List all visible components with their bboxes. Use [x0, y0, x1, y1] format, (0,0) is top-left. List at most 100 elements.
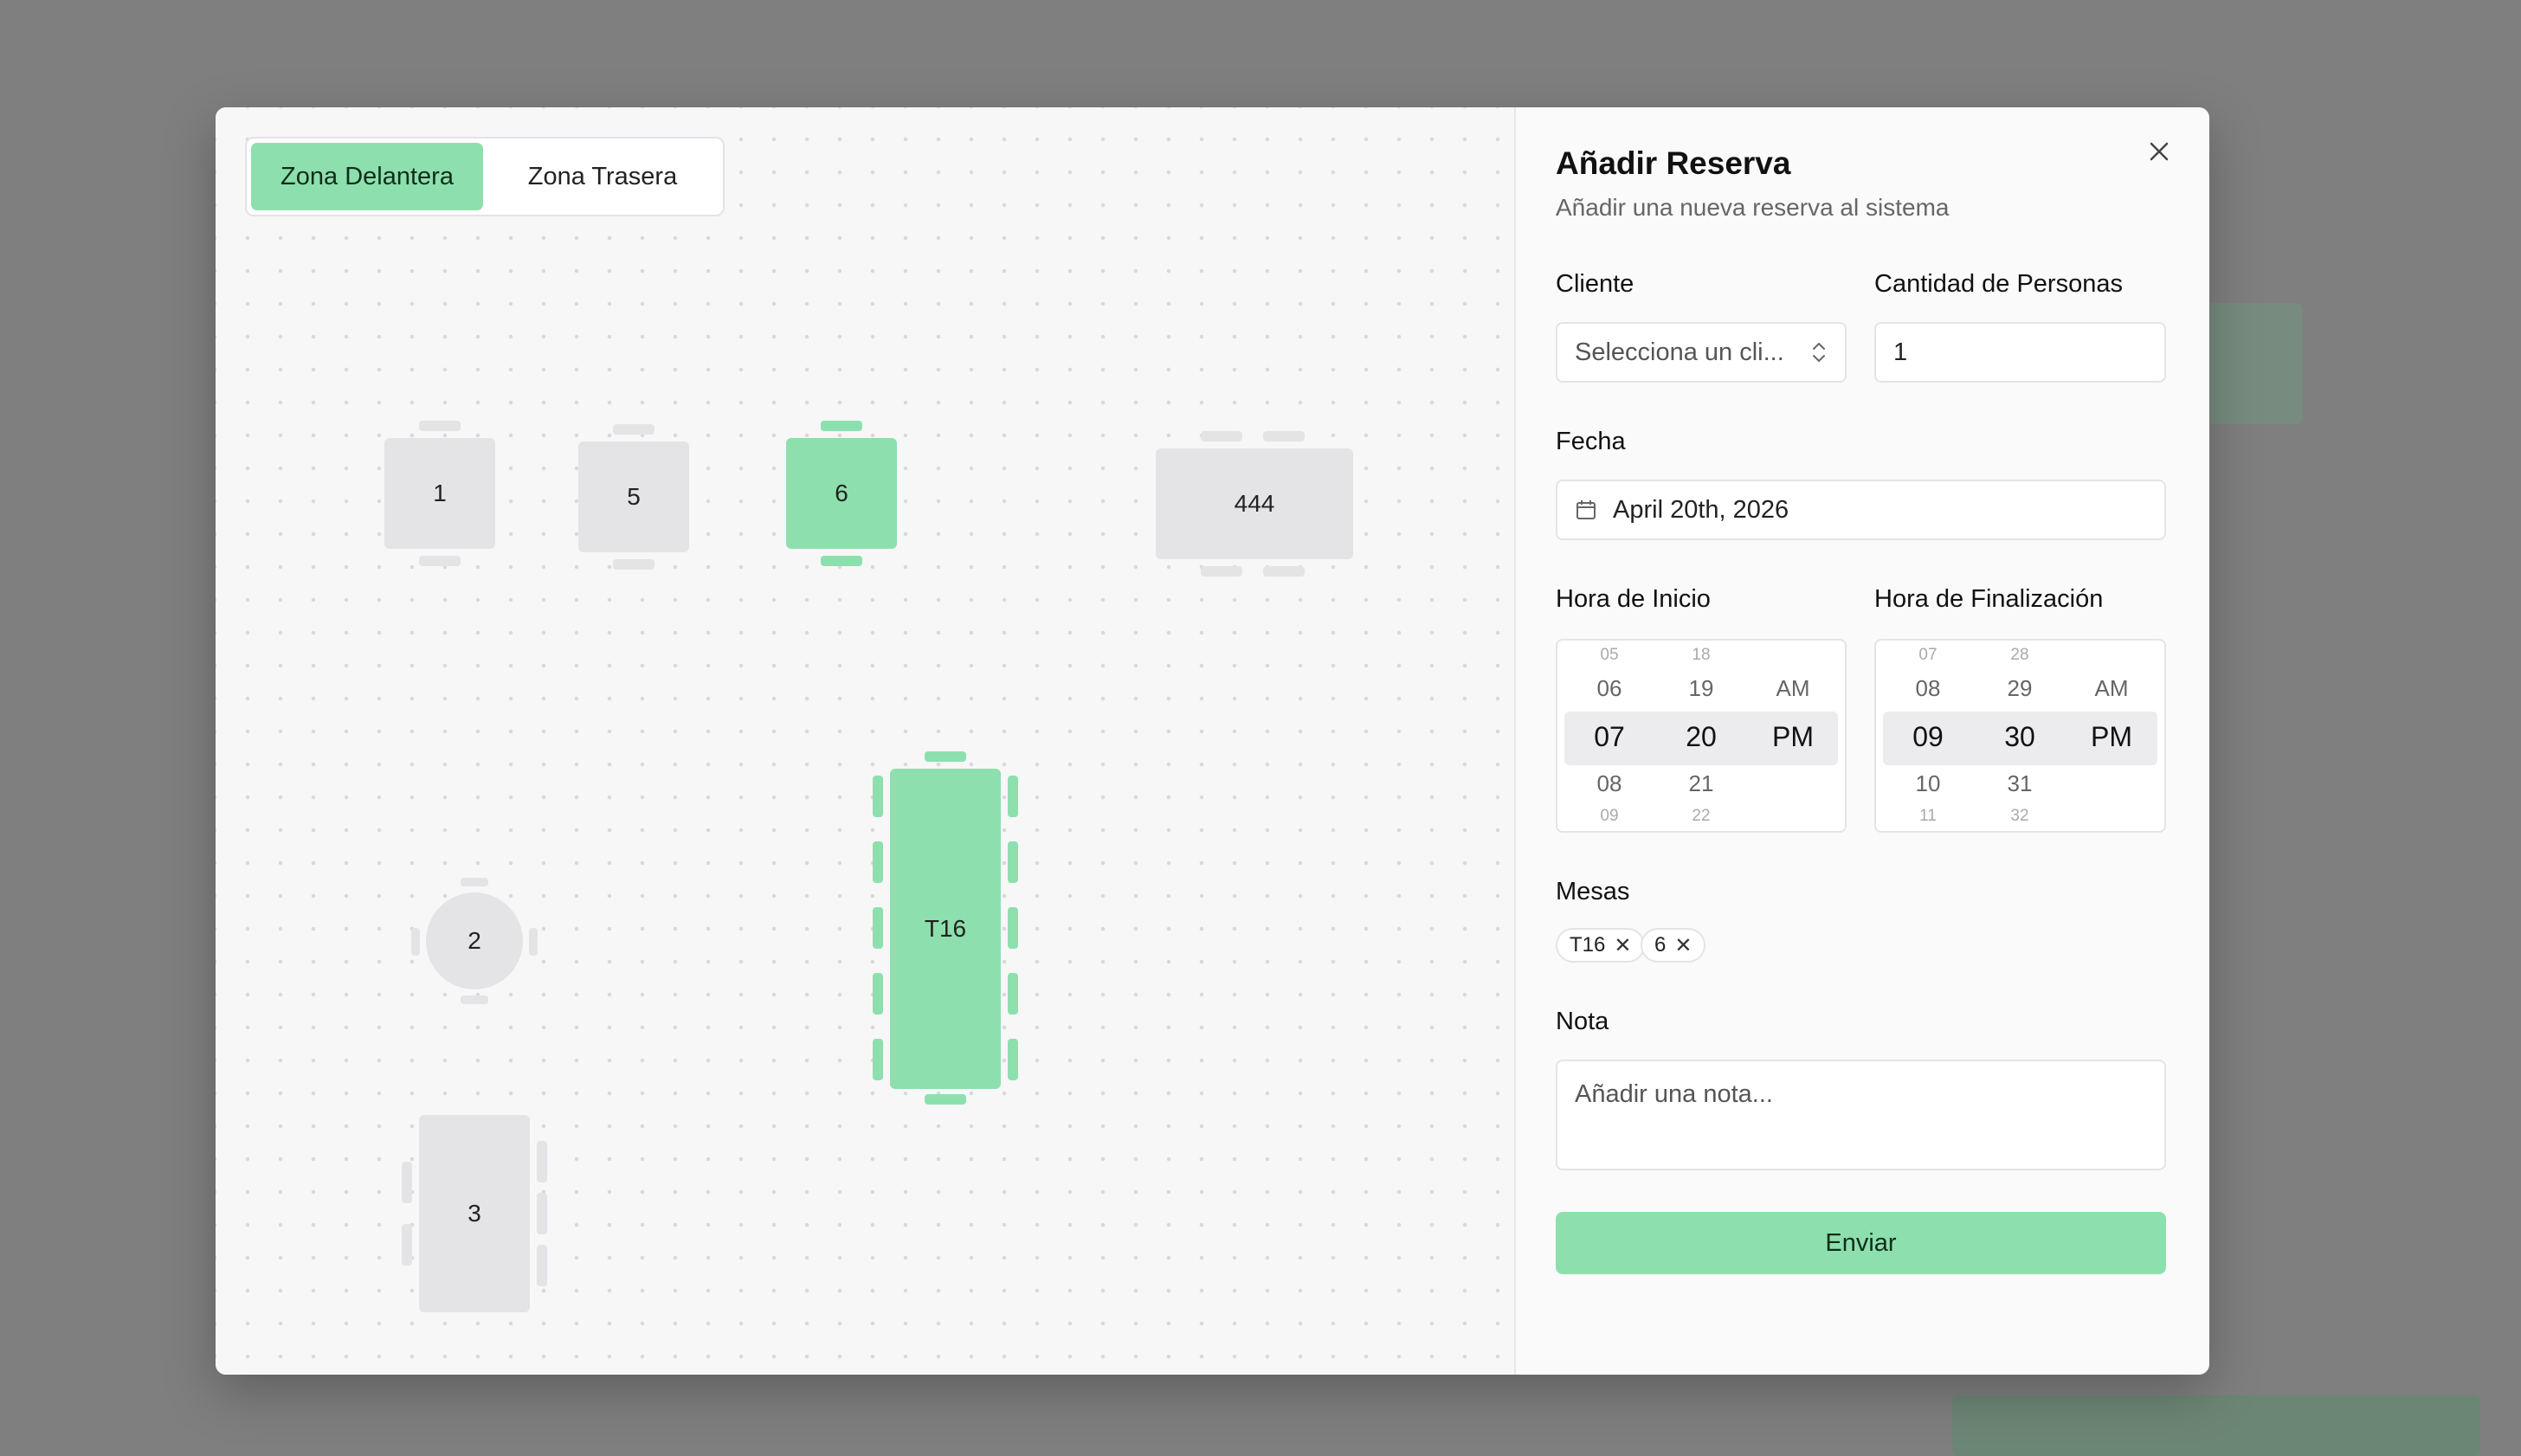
chair [1008, 776, 1018, 817]
chair [1201, 566, 1242, 577]
end-time-picker[interactable]: 07 08 09 10 11 28 29 30 31 32 AM PM [1874, 639, 2166, 833]
chair [873, 973, 883, 1015]
hour-option[interactable]: 06 [1570, 675, 1648, 702]
hour-option[interactable]: 09 [1570, 807, 1648, 826]
chair [411, 928, 420, 956]
ampm-option-selected[interactable]: PM [2073, 721, 2150, 753]
table-1[interactable]: 1 [384, 438, 495, 549]
minute-option[interactable]: 29 [1981, 675, 2059, 702]
hour-option-selected[interactable]: 07 [1570, 721, 1648, 753]
chevron-up-down-icon [1813, 342, 1825, 363]
dialog-subtitle: Añadir una nueva reserva al sistema [1556, 194, 1950, 221]
start-time-label: Hora de Inicio [1556, 585, 1711, 613]
note-textarea[interactable] [1556, 1060, 2166, 1170]
background-app-button [1952, 1395, 2480, 1456]
chair [461, 878, 488, 886]
chair [1008, 907, 1018, 949]
remove-chip-icon[interactable]: ✕ [1674, 933, 1692, 958]
chair [821, 421, 862, 431]
table-2[interactable]: 2 [426, 892, 523, 989]
chair [1201, 431, 1242, 441]
table-label: 2 [467, 927, 481, 954]
table-label: 5 [627, 483, 641, 510]
client-select[interactable]: Selecciona un cli... [1556, 322, 1847, 383]
tab-front-zone[interactable]: Zona Delantera [251, 143, 483, 210]
chair [537, 1193, 547, 1234]
minute-option[interactable]: 21 [1662, 770, 1740, 797]
dialog-title: Añadir Reserva [1556, 145, 1791, 181]
hour-option[interactable]: 11 [1889, 807, 1967, 826]
chip-label: T16 [1570, 933, 1606, 957]
floor-plan: Zona Delantera Zona Trasera 1 5 6 444 2 [216, 107, 1516, 1375]
date-picker[interactable]: April 20th, 2026 [1556, 480, 2166, 540]
people-input[interactable]: 1 [1874, 322, 2166, 383]
calendar-icon [1576, 500, 1596, 519]
close-button[interactable] [2138, 132, 2180, 173]
table-444[interactable]: 444 [1156, 448, 1353, 559]
reservation-form-panel: Añadir Reserva Añadir una nueva reserva … [1514, 107, 2209, 1375]
client-label: Cliente [1556, 270, 1634, 298]
minute-option[interactable]: 28 [1981, 646, 2059, 665]
chair [1263, 566, 1305, 577]
table-label: 444 [1234, 490, 1275, 517]
ampm-option[interactable]: AM [2073, 675, 2150, 702]
chair [873, 841, 883, 883]
note-label: Nota [1556, 1008, 1609, 1035]
ampm-option[interactable]: AM [1754, 675, 1832, 702]
chair [613, 424, 654, 435]
chip-label: 6 [1654, 933, 1667, 957]
minute-option[interactable]: 22 [1662, 807, 1740, 826]
table-6[interactable]: 6 [786, 438, 897, 549]
date-label: Fecha [1556, 428, 1626, 455]
hour-option-selected[interactable]: 09 [1889, 721, 1967, 753]
date-value: April 20th, 2026 [1613, 495, 1789, 524]
minute-option-selected[interactable]: 20 [1662, 721, 1740, 753]
minute-option[interactable]: 32 [1981, 807, 2059, 826]
hour-option[interactable]: 05 [1570, 646, 1648, 665]
close-icon [2150, 142, 2169, 160]
chair [925, 1094, 966, 1105]
chair [873, 776, 883, 817]
chair [873, 1039, 883, 1080]
ampm-option-selected[interactable]: PM [1754, 721, 1832, 753]
minute-option-selected[interactable]: 30 [1981, 721, 2059, 753]
chair [402, 1224, 412, 1266]
start-time-picker[interactable]: 05 06 07 08 09 18 19 20 21 22 AM PM [1556, 639, 1847, 833]
chair [925, 751, 966, 762]
chair [419, 421, 461, 431]
table-chip-t16: T16 ✕ [1556, 928, 1646, 963]
hour-option[interactable]: 08 [1889, 675, 1967, 702]
chair [1008, 1039, 1018, 1080]
table-label: T16 [924, 915, 967, 942]
chair [402, 1162, 412, 1203]
table-t16[interactable]: T16 [890, 769, 1001, 1089]
chair [613, 559, 654, 570]
chair [537, 1245, 547, 1286]
chair [873, 907, 883, 949]
minute-option[interactable]: 31 [1981, 770, 2059, 797]
chair [1263, 431, 1305, 441]
chair [537, 1141, 547, 1182]
table-label: 6 [835, 480, 848, 506]
table-3[interactable]: 3 [419, 1115, 530, 1312]
chair [529, 928, 538, 956]
people-value: 1 [1893, 338, 1908, 366]
remove-chip-icon[interactable]: ✕ [1614, 933, 1631, 958]
chair [1008, 973, 1018, 1015]
end-time-label: Hora de Finalización [1874, 585, 2104, 613]
table-5[interactable]: 5 [578, 441, 689, 552]
people-label: Cantidad de Personas [1874, 270, 2123, 298]
chair [1008, 841, 1018, 883]
table-label: 1 [433, 480, 447, 506]
hour-option[interactable]: 08 [1570, 770, 1648, 797]
minute-option[interactable]: 19 [1662, 675, 1740, 702]
hour-option[interactable]: 07 [1889, 646, 1967, 665]
hour-option[interactable]: 10 [1889, 770, 1967, 797]
minute-option[interactable]: 18 [1662, 646, 1740, 665]
table-chip-6: 6 ✕ [1641, 928, 1706, 963]
submit-button[interactable]: Enviar [1556, 1212, 2166, 1274]
table-label: 3 [467, 1200, 481, 1227]
chair [461, 995, 488, 1004]
reservation-dialog: Zona Delantera Zona Trasera 1 5 6 444 2 [216, 107, 2209, 1375]
tab-back-zone[interactable]: Zona Trasera [487, 143, 719, 210]
